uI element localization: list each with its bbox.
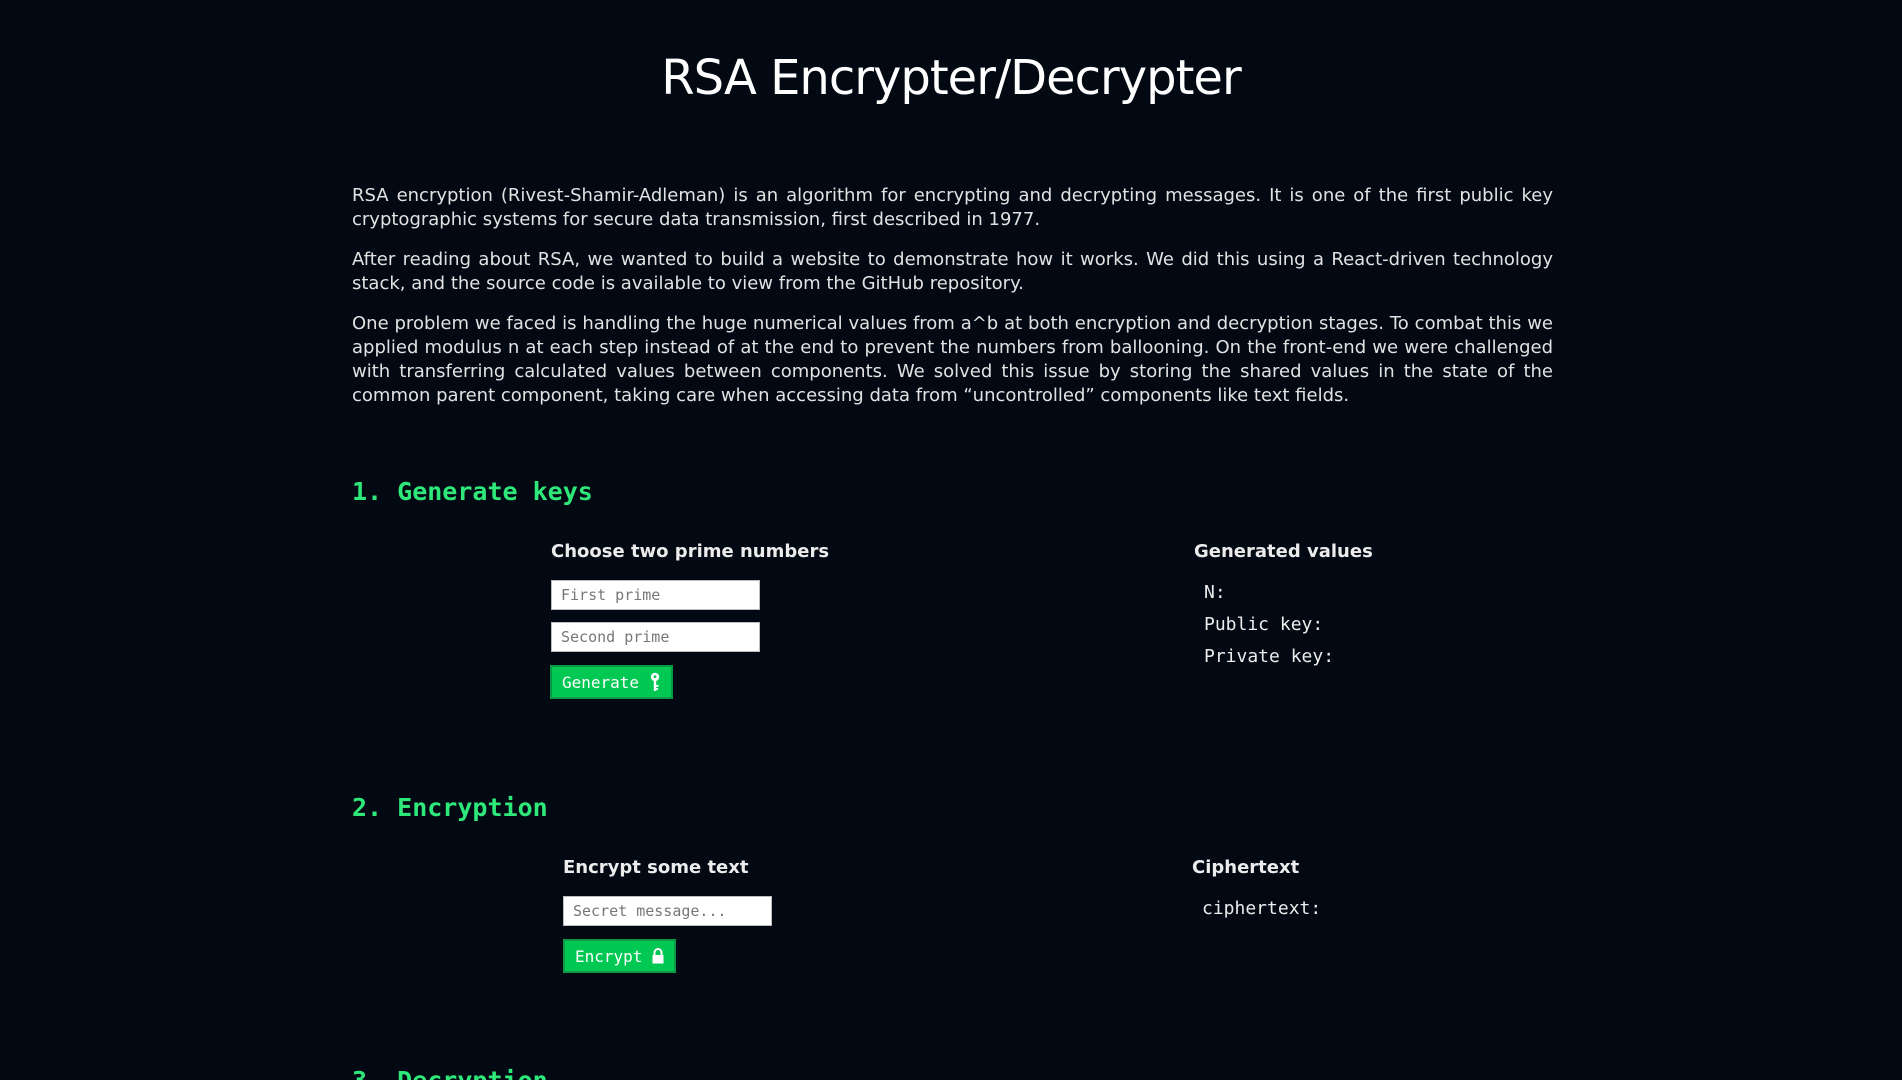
choose-primes-title: Choose two prime numbers: [551, 541, 830, 562]
encrypt-button-label: Encrypt: [575, 946, 643, 966]
n-value-label: N:: [1204, 582, 1226, 603]
page-title: RSA Encrypter/Decrypter: [661, 50, 1241, 106]
generated-values-title: Generated values: [1194, 541, 1373, 562]
intro-paragraph: One problem we faced is handling the hug…: [352, 313, 1553, 406]
intro-text: RSA encryption (Rivest-Shamir-Adleman) i…: [352, 184, 1553, 424]
second-prime-input[interactable]: [551, 622, 760, 652]
public-key-label: Public key:: [1204, 614, 1324, 635]
encryption-heading: 2. Encryption: [352, 793, 548, 822]
decryption-heading: 3. Decryption: [352, 1066, 548, 1080]
lock-icon: [652, 948, 664, 964]
encrypt-button[interactable]: Encrypt: [563, 939, 677, 973]
first-prime-input[interactable]: [551, 580, 760, 610]
ciphertext-title: Ciphertext: [1192, 857, 1300, 878]
intro-paragraph: After reading about RSA, we wanted to bu…: [352, 249, 1553, 294]
generate-button-label: Generate: [562, 672, 640, 692]
generate-button[interactable]: Generate: [550, 665, 674, 699]
private-key-label: Private key:: [1204, 646, 1335, 667]
ciphertext-label: ciphertext:: [1202, 898, 1322, 919]
key-icon: [649, 672, 661, 692]
secret-message-input[interactable]: [563, 896, 772, 926]
intro-paragraph: RSA encryption (Rivest-Shamir-Adleman) i…: [352, 185, 1553, 230]
encrypt-text-title: Encrypt some text: [563, 857, 749, 878]
generate-keys-heading: 1. Generate keys: [352, 477, 593, 506]
